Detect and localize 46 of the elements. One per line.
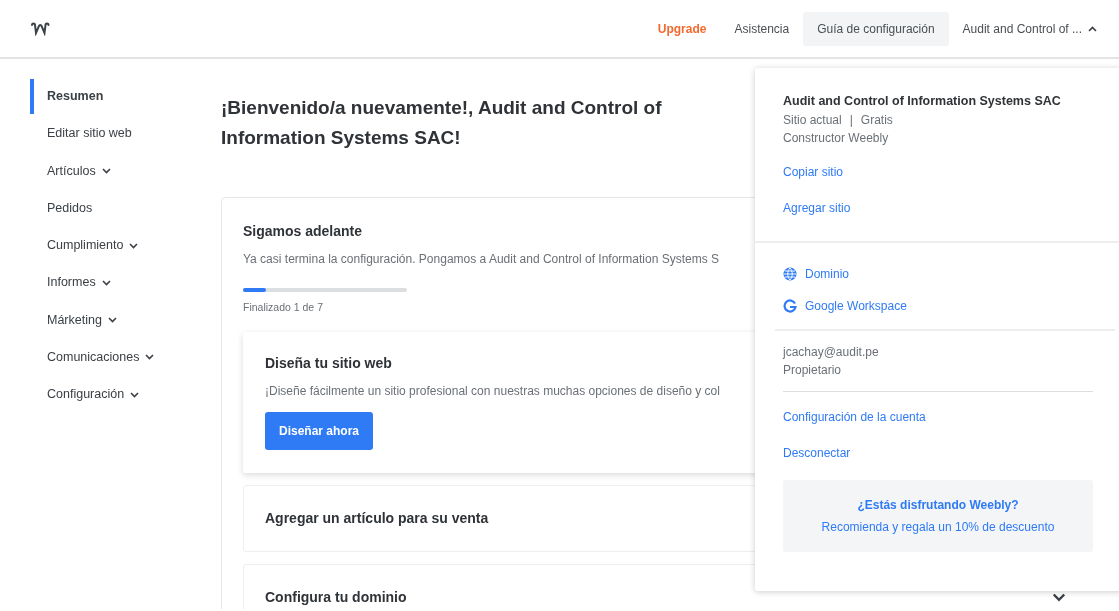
sidebar-item[interactable]: Comunicaciones bbox=[30, 339, 200, 375]
progress-text: Finalizado 1 de 7 bbox=[243, 300, 323, 315]
sidebar-item[interactable]: Pedidos bbox=[30, 190, 200, 226]
sidebar-item[interactable]: Editar sitio web bbox=[30, 116, 200, 151]
builder-label: Constructor Weebly bbox=[783, 129, 890, 147]
chevron-down-icon bbox=[129, 242, 139, 249]
menu-link[interactable]: Google Workspace bbox=[783, 296, 907, 315]
step-title: Diseña tu sitio web bbox=[265, 353, 392, 373]
account-role: Propietario bbox=[783, 361, 843, 379]
menu-link[interactable]: Dominio bbox=[783, 264, 849, 283]
sidebar-item[interactable]: Cumplimiento bbox=[30, 228, 200, 263]
sidebar-item[interactable]: Configuración bbox=[30, 377, 200, 412]
nav-link[interactable]: Guía de configuración bbox=[803, 11, 949, 46]
card-title: Sigamos adelante bbox=[243, 222, 363, 241]
nav-link[interactable]: Asistencia bbox=[720, 11, 804, 46]
chevron-down-icon bbox=[101, 279, 111, 286]
chevron-down-icon bbox=[101, 168, 111, 175]
design-now-button[interactable]: Diseñar ahora bbox=[265, 411, 374, 450]
sidebar-item[interactable]: Márketing bbox=[30, 302, 200, 338]
site-name: Audit and Control of Information Systems SAC bbox=[783, 93, 1061, 110]
menu-link[interactable]: Copiar sitio bbox=[783, 162, 844, 181]
sidebar-item[interactable]: Resumen bbox=[30, 79, 200, 114]
sidebar-item[interactable]: Artículos bbox=[30, 153, 200, 189]
plan-label: Gratis bbox=[860, 111, 893, 129]
account-email: jcachay@audit.pe bbox=[783, 343, 880, 361]
menu-link[interactable]: Desconectar bbox=[783, 443, 851, 462]
site-status: Sitio actual bbox=[783, 111, 842, 129]
card-subtitle: Ya casi termina la configuración. Pongamos a Audit and Control of Information Systems S bbox=[243, 251, 720, 268]
sidebar-item[interactable]: Informes bbox=[30, 265, 200, 300]
page-heading: ¡Bienvenido/a nuevamente!, Audit and Control of Information Systems SAC! bbox=[221, 96, 663, 150]
account-menu-button[interactable]: Audit and Control of ... bbox=[948, 11, 1111, 46]
step-description: ¡Diseñe fácilmente un sitio profesional con nuestras muchas opciones de diseño y col bbox=[265, 382, 720, 400]
step-title: Configura tu dominio bbox=[265, 587, 407, 607]
menu-link[interactable]: Configuración de la cuenta bbox=[783, 407, 926, 426]
chevron-down-icon bbox=[107, 317, 117, 324]
menu-link[interactable]: Agregar sitio bbox=[783, 198, 851, 217]
separator: | bbox=[849, 111, 853, 129]
caret-up-icon bbox=[1088, 26, 1097, 33]
promo-link[interactable]: Recomienda y regala un 10% de descuento bbox=[821, 517, 1055, 536]
google-g-icon bbox=[783, 298, 797, 313]
chevron-down-icon bbox=[145, 354, 155, 361]
step-title: Agregar un artículo para su venta bbox=[265, 508, 489, 528]
chevron-down-icon bbox=[130, 391, 140, 398]
globe-icon bbox=[783, 266, 797, 281]
logo-icon[interactable] bbox=[30, 21, 50, 36]
promo-link[interactable]: ¿Estás disfrutando Weebly? bbox=[857, 495, 1019, 514]
